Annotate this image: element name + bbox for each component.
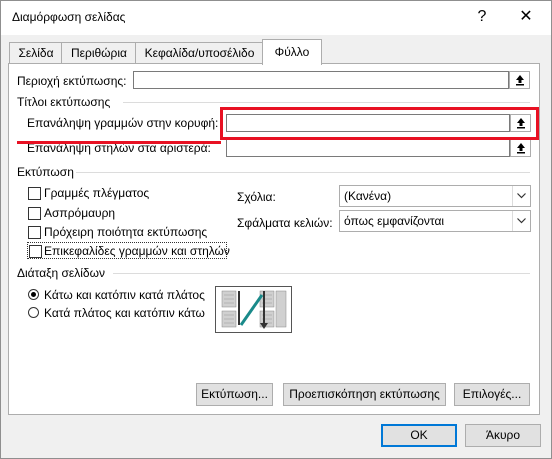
page-order-group-label: Διάταξη σελίδων <box>17 266 105 280</box>
checkbox-label: Επικεφαλίδες γραμμών και στηλών <box>44 244 230 258</box>
cell-errors-select[interactable]: όπως εμφανίζονται <box>339 210 531 232</box>
group-separator <box>113 273 530 274</box>
close-button[interactable]: ✕ <box>506 2 546 32</box>
radio-label: Κατά πλάτος και κατόπιν κάτω <box>44 306 205 320</box>
tab-label: Φύλλο <box>274 45 310 59</box>
comments-value: (Κανένα) <box>344 189 392 203</box>
tab-label: Περιθώρια <box>71 46 127 60</box>
checkbox-box <box>28 226 41 239</box>
rows-to-repeat-label: Επανάληψη γραμμών στην κορυφή: <box>27 116 219 130</box>
print-preview-button[interactable]: Προεπισκόπηση εκτύπωσης <box>283 383 446 406</box>
black-white-checkbox[interactable]: Ασπρόμαυρη <box>28 206 228 222</box>
tab-page[interactable]: Σελίδα <box>9 42 63 63</box>
print-titles-group-label: Τίτλοι εκτύπωσης <box>17 95 111 109</box>
print-group-label: Εκτύπωση <box>17 165 74 179</box>
checkbox-box <box>28 187 41 200</box>
ok-button[interactable]: OK <box>381 424 457 447</box>
cell-errors-label: Σφάλματα κελιών: <box>237 216 333 230</box>
collapse-dialog-icon[interactable] <box>510 139 531 157</box>
collapse-dialog-icon[interactable] <box>509 71 530 89</box>
print-area-input[interactable] <box>133 71 509 89</box>
highlight-box <box>220 107 539 140</box>
gridlines-checkbox[interactable]: Γραμμές πλέγματος <box>28 186 228 202</box>
highlight-underline <box>17 141 221 144</box>
group-separator <box>76 172 530 173</box>
down-then-over-radio[interactable]: Κάτω και κατόπιν κατά πλάτος <box>28 288 210 304</box>
checkbox-label: Γραμμές πλέγματος <box>44 186 150 200</box>
tab-label: Σελίδα <box>18 46 54 60</box>
checkbox-label: Πρόχειρη ποιότητα εκτύπωσης <box>44 225 208 239</box>
group-separator <box>123 102 530 103</box>
row-column-headings-checkbox[interactable]: Επικεφαλίδες γραμμών και στηλών <box>27 242 230 259</box>
cancel-button[interactable]: Άκυρο <box>465 424 541 447</box>
checkbox-label: Ασπρόμαυρη <box>44 206 116 220</box>
page-order-preview-icon <box>215 286 292 333</box>
comments-label: Σχόλια: <box>237 190 276 204</box>
over-then-down-radio[interactable]: Κατά πλάτος και κατόπιν κάτω <box>28 306 210 322</box>
tab-header-footer[interactable]: Κεφαλίδα/υποσέλιδο <box>135 42 264 63</box>
help-button[interactable]: ? <box>462 2 502 32</box>
print-area-label: Περιοχή εκτύπωσης: <box>17 74 127 88</box>
chevron-down-icon <box>512 186 530 206</box>
radio-circle <box>28 289 39 300</box>
radio-circle <box>28 307 39 318</box>
columns-to-repeat-input[interactable] <box>226 139 510 157</box>
chevron-down-icon <box>512 211 530 231</box>
tab-label: Κεφαλίδα/υποσέλιδο <box>144 46 255 60</box>
print-button[interactable]: Εκτύπωση... <box>196 383 273 406</box>
dialog-title: Διαμόρφωση σελίδας <box>12 10 126 24</box>
cell-errors-value: όπως εμφανίζονται <box>344 214 445 228</box>
tab-margins[interactable]: Περιθώρια <box>61 42 137 63</box>
comments-select[interactable]: (Κανένα) <box>339 185 531 207</box>
radio-label: Κάτω και κατόπιν κατά πλάτος <box>44 288 205 302</box>
checkbox-box <box>29 245 42 258</box>
checkbox-box <box>28 207 41 220</box>
tab-sheet[interactable]: Φύλλο <box>262 39 322 65</box>
draft-quality-checkbox[interactable]: Πρόχειρη ποιότητα εκτύπωσης <box>28 225 228 241</box>
options-button[interactable]: Επιλογές... <box>454 383 530 406</box>
radio-selected-dot <box>31 292 36 297</box>
